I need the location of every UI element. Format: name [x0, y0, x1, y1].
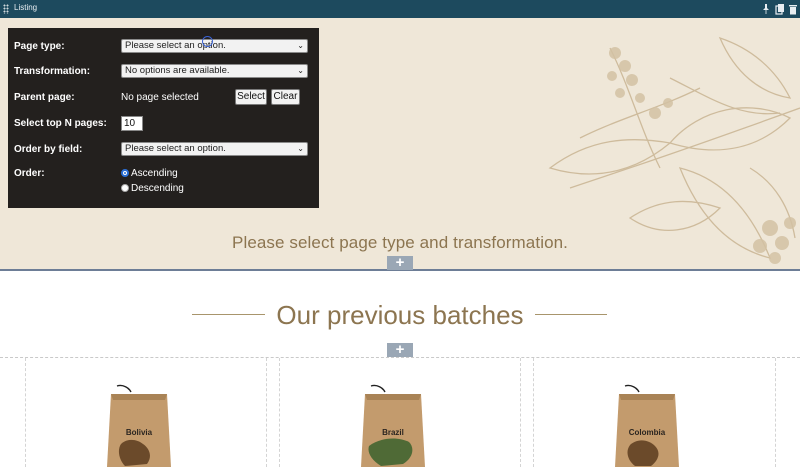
grid-guide — [266, 358, 267, 467]
page-type-select[interactable]: Please select an option. ⌄ — [121, 39, 308, 53]
parent-page-value: No page selected — [121, 92, 199, 103]
grid-guide — [279, 358, 280, 467]
order-by-select[interactable]: Please select an option. ⌄ — [121, 142, 308, 156]
grid-guide — [533, 358, 534, 467]
order-label: Order: — [14, 168, 45, 179]
chevron-down-icon: ⌄ — [297, 144, 304, 153]
grid-guide — [25, 358, 26, 467]
pin-icon[interactable] — [761, 3, 771, 15]
order-by-value: Please select an option. — [125, 143, 226, 154]
page-type-label: Page type: — [14, 41, 65, 52]
transformation-label: Transformation: — [14, 66, 91, 77]
product-card[interactable]: Brazil — [357, 384, 429, 467]
product-card[interactable]: Bolivia — [103, 384, 175, 467]
copy-icon[interactable] — [775, 3, 785, 15]
product-name: Bolivia — [125, 428, 153, 437]
widget-title: Listing — [14, 3, 38, 12]
grid-guide — [0, 357, 800, 358]
chevron-down-icon: ⌄ — [297, 66, 304, 75]
select-parent-button[interactable]: Select — [235, 89, 267, 105]
delete-icon[interactable] — [788, 3, 798, 15]
transformation-select[interactable]: No options are available. ⌄ — [121, 64, 308, 78]
grid-guide — [775, 358, 776, 467]
widget-header-bar: Listing — [0, 0, 800, 18]
add-widget-button[interactable]: + — [387, 342, 413, 357]
coffee-bag-image — [107, 384, 171, 467]
order-descending-radio[interactable] — [121, 184, 129, 192]
grid-guide — [520, 358, 521, 467]
product-card[interactable]: Colombia — [611, 384, 683, 467]
top-n-label: Select top N pages: — [14, 118, 107, 129]
drag-handle-icon[interactable] — [3, 4, 9, 14]
top-n-input[interactable]: 10 — [121, 116, 143, 131]
add-widget-button[interactable]: + — [387, 255, 413, 270]
cursor-indicator — [202, 36, 213, 47]
order-by-label: Order by field: — [14, 144, 83, 155]
order-ascending-radio[interactable] — [121, 169, 129, 177]
clear-parent-button[interactable]: Clear — [271, 89, 300, 105]
chevron-down-icon: ⌄ — [297, 41, 304, 50]
order-descending-label[interactable]: Descending — [131, 183, 184, 194]
hero-message: Please select page type and transformati… — [232, 233, 568, 252]
title-rule-right — [535, 314, 607, 315]
transformation-value: No options are available. — [125, 65, 230, 76]
product-name: Brazil — [382, 428, 404, 437]
listing-config-panel: Page type: Please select an option. ⌄ Tr… — [8, 28, 319, 208]
coffee-bag-image — [361, 384, 425, 467]
order-ascending-label[interactable]: Ascending — [131, 168, 178, 179]
parent-page-label: Parent page: — [14, 92, 75, 103]
product-name: Colombia — [628, 428, 666, 437]
section-title: Our previous batches — [276, 300, 524, 330]
coffee-bag-image — [615, 384, 679, 467]
